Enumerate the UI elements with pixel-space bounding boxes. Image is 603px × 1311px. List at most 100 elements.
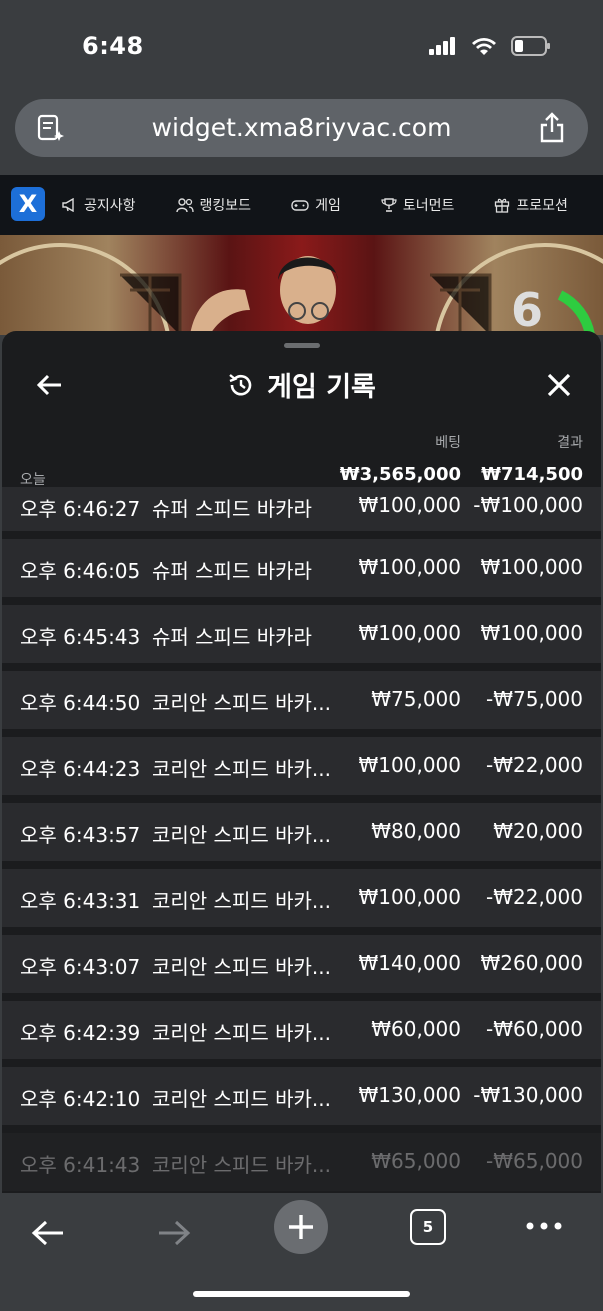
row-result: -₩22,000 [486, 885, 583, 909]
row-game: 코리안 스피드 바카... [152, 1087, 331, 1111]
row-game: 코리안 스피드 바카... [152, 823, 331, 847]
home-indicator [193, 1291, 410, 1297]
trophy-icon [381, 198, 397, 212]
url-text: widget.xma8riyvac.com [151, 113, 452, 142]
tabs-button[interactable]: 5 [410, 1209, 446, 1245]
status-icons [429, 36, 551, 56]
plus-icon [289, 1215, 313, 1239]
status-bar: 6:48 [0, 0, 603, 90]
history-row[interactable]: 오후 6:43:31 코리안 스피드 바카... ₩100,000 -₩22,0… [2, 869, 601, 927]
history-icon [229, 373, 252, 395]
close-button[interactable] [539, 365, 579, 405]
nav-item-games[interactable]: 게임 [291, 195, 341, 215]
summary-label: 오늘 [20, 472, 46, 488]
row-time: 오후 6:42:39 [20, 1021, 141, 1045]
row-result: -₩22,000 [486, 753, 583, 777]
summary-result-total: ₩714,500 [481, 464, 583, 485]
row-time: 오후 6:46:27 [20, 497, 141, 521]
row-bet: ₩75,000 [371, 687, 461, 711]
row-bet: ₩130,000 [358, 1083, 461, 1107]
column-header-result: 결과 [557, 435, 583, 451]
row-bet: ₩60,000 [371, 1017, 461, 1041]
site-nav: X 공지사항 랭킹보드 게임 토너먼트 프로모션 [0, 175, 603, 235]
site-logo[interactable]: X [11, 187, 45, 221]
row-game: 슈퍼 스피드 바카라 [152, 559, 312, 583]
row-result: -₩130,000 [473, 1083, 583, 1107]
more-dots-icon [526, 1222, 562, 1230]
nav-item-promotion[interactable]: 프로모션 [494, 195, 568, 215]
row-game: 코리안 스피드 바카... [152, 955, 331, 979]
more-menu-button[interactable] [522, 1211, 566, 1241]
history-row[interactable]: 오후 6:44:50 코리안 스피드 바카... ₩75,000 -₩75,00… [2, 671, 601, 729]
history-row[interactable]: 오후 6:41:43 코리안 스피드 바카... ₩65,000 -₩65,00… [2, 1133, 601, 1191]
row-result: ₩100,000 [480, 621, 583, 645]
row-game: 코리안 스피드 바카... [152, 757, 331, 781]
row-game: 코리안 스피드 바카... [152, 1153, 331, 1177]
row-time: 오후 6:44:50 [20, 691, 141, 715]
browser-forward-button[interactable] [152, 1211, 196, 1255]
row-bet: ₩100,000 [358, 493, 461, 517]
history-row[interactable]: 오후 6:42:10 코리안 스피드 바카... ₩130,000 -₩130,… [2, 1067, 601, 1125]
row-time: 오후 6:43:31 [20, 889, 141, 913]
row-game: 슈퍼 스피드 바카라 [152, 625, 312, 649]
row-time: 오후 6:41:43 [20, 1153, 141, 1177]
history-row[interactable]: 오후 6:45:43 슈퍼 스피드 바카라 ₩100,000 ₩100,000 [2, 605, 601, 663]
arrow-left-icon [31, 1220, 63, 1246]
history-row[interactable]: 오후 6:42:39 코리안 스피드 바카... ₩60,000 -₩60,00… [2, 1001, 601, 1059]
nav-item-label: 게임 [315, 198, 341, 214]
nav-item-tournament[interactable]: 토너먼트 [381, 195, 455, 215]
gamepad-icon [291, 199, 309, 211]
row-time: 오후 6:43:57 [20, 823, 141, 847]
tab-count: 5 [422, 1218, 434, 1236]
row-result: -₩100,000 [473, 493, 583, 517]
browser-back-button[interactable] [26, 1211, 70, 1255]
history-row[interactable]: 오후 6:43:07 코리안 스피드 바카... ₩140,000 ₩260,0… [2, 935, 601, 993]
row-time: 오후 6:43:07 [20, 955, 141, 979]
status-time: 6:48 [82, 32, 144, 60]
history-row[interactable]: 오후 6:46:27 슈퍼 스피드 바카라 ₩100,000 -₩100,000 [2, 487, 601, 531]
history-row[interactable]: 오후 6:46:05 슈퍼 스피드 바카라 ₩100,000 ₩100,000 [2, 539, 601, 597]
row-result: -₩65,000 [486, 1149, 583, 1173]
share-icon[interactable] [538, 112, 566, 148]
sheet-grabber[interactable] [284, 343, 320, 348]
row-result: ₩260,000 [480, 951, 583, 975]
new-tab-button[interactable] [274, 1200, 328, 1254]
row-time: 오후 6:44:23 [20, 757, 141, 781]
gift-icon [495, 198, 510, 213]
nav-item-label: 랭킹보드 [199, 198, 252, 214]
signal-icon [429, 37, 455, 55]
battery-icon [511, 36, 550, 56]
nav-item-leaderboard[interactable]: 랭킹보드 [175, 195, 252, 215]
row-time: 오후 6:45:43 [20, 625, 141, 649]
row-bet: ₩100,000 [358, 621, 461, 645]
row-bet: ₩80,000 [371, 819, 461, 843]
column-header-bet: 베팅 [435, 435, 461, 451]
address-bar[interactable]: widget.xma8riyvac.com [15, 99, 588, 157]
history-row[interactable]: 오후 6:44:23 코리안 스피드 바카... ₩100,000 -₩22,0… [2, 737, 601, 795]
live-video-stream[interactable]: 6 [0, 235, 603, 335]
row-game: 코리안 스피드 바카... [152, 1021, 331, 1045]
row-result: -₩60,000 [486, 1017, 583, 1041]
row-bet: ₩100,000 [358, 753, 461, 777]
round-timer: 6 [511, 283, 544, 335]
nav-item-notice[interactable]: 공지사항 [62, 195, 136, 215]
row-bet: ₩100,000 [358, 555, 461, 579]
row-result: ₩100,000 [480, 555, 583, 579]
summary-bet-total: ₩3,565,000 [339, 464, 461, 485]
row-bet: ₩65,000 [371, 1149, 461, 1173]
megaphone-icon [62, 198, 74, 212]
history-row[interactable]: 오후 6:43:57 코리안 스피드 바카... ₩80,000 ₩20,000 [2, 803, 601, 861]
row-time: 오후 6:46:05 [20, 559, 141, 583]
arrow-right-icon [159, 1220, 191, 1246]
row-time: 오후 6:42:10 [20, 1087, 141, 1111]
panel-header: 게임 기록 [2, 361, 601, 421]
nav-item-label: 공지사항 [84, 198, 136, 214]
row-game: 슈퍼 스피드 바카라 [152, 497, 312, 521]
history-list: 오후 6:46:27 슈퍼 스피드 바카라 ₩100,000 -₩100,000… [2, 487, 601, 1193]
users-icon [175, 197, 194, 212]
nav-item-label: 프로모션 [516, 198, 568, 214]
game-history-panel: 게임 기록 베팅 결과 오늘 ₩3,565,000 ₩714,500 오후 6:… [2, 331, 601, 1193]
row-bet: ₩100,000 [358, 885, 461, 909]
panel-title: 게임 기록 [267, 372, 376, 403]
nav-item-label: 토너먼트 [402, 198, 455, 214]
